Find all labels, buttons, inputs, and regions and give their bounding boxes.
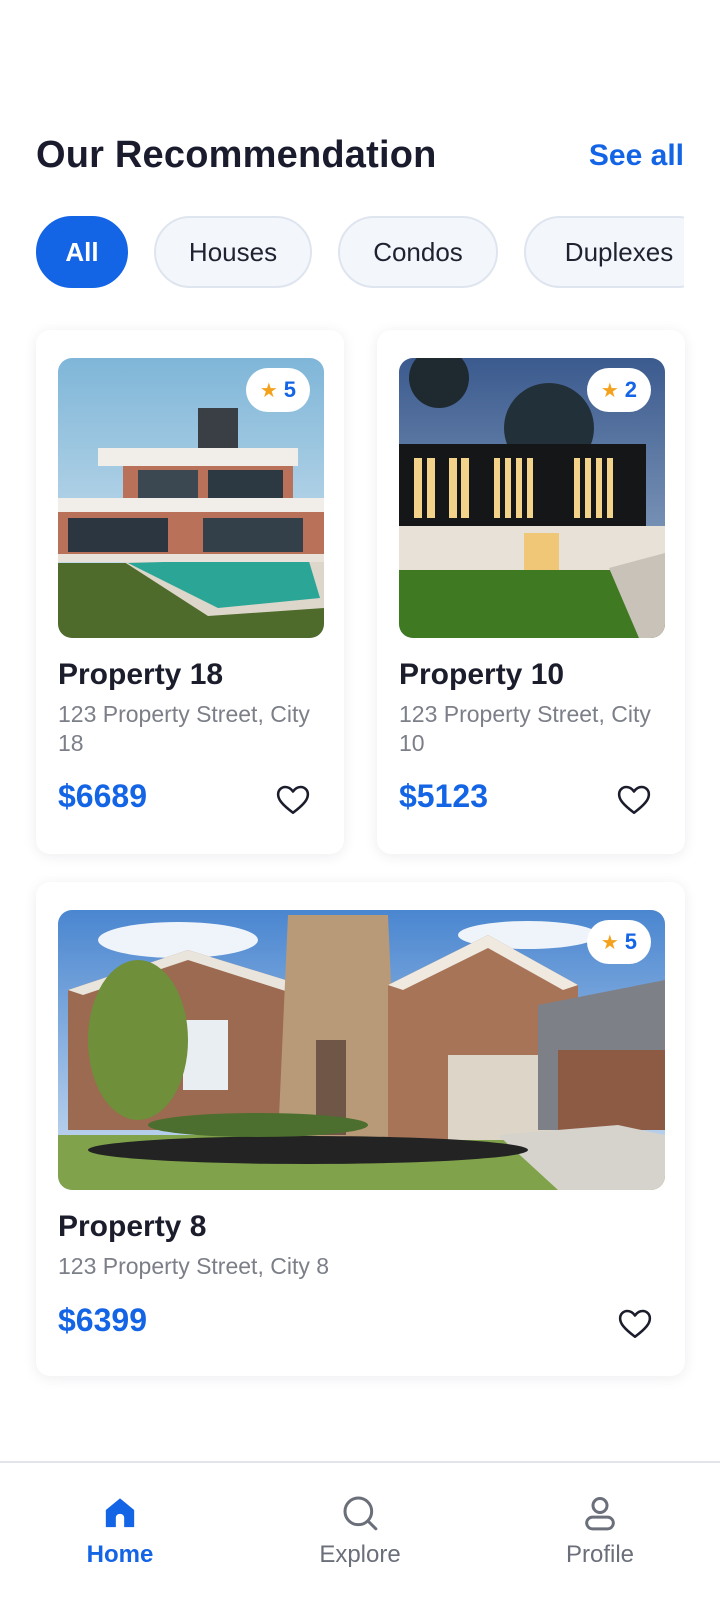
property-price: $6689 [58,778,147,814]
property-card[interactable]: ★ 2 Property 10 123 Property Street, Cit… [377,330,685,854]
user-icon [585,1497,615,1531]
rating-badge: ★ 5 [245,368,310,412]
rating-badge: ★ 5 [586,920,651,964]
nav-home[interactable]: Home [40,1493,200,1569]
heart-icon[interactable] [617,784,651,816]
property-address: 123 Property Street, City 18 [58,701,310,756]
nav-label: Profile [565,1541,635,1568]
bottom-navigation: Home Explore Profile [0,1461,720,1600]
property-address: 123 Property Street, City 10 [399,701,651,756]
rating-value: 2 [624,377,637,402]
star-icon: ★ [600,379,619,402]
property-price: $5123 [399,778,488,814]
nav-explore[interactable]: Explore [280,1493,440,1569]
section-header: Our Recommendation See all [36,134,684,177]
property-card[interactable]: ★ 5 Property 18 123 Property Street, Cit… [36,330,344,854]
filter-chips: All Houses Condos Duplexes [36,216,684,288]
search-icon [343,1496,378,1531]
nav-label: Home [86,1541,154,1568]
chip-condos[interactable]: Condos [338,216,498,288]
property-card[interactable]: ★ 5 Property 8 123 Property Street, City… [36,882,685,1376]
chip-all[interactable]: All [36,216,128,288]
chip-houses[interactable]: Houses [154,216,312,288]
chip-duplexes[interactable]: Duplexes [524,216,684,288]
heart-icon[interactable] [618,1308,652,1340]
see-all-link[interactable]: See all [589,139,684,173]
heart-icon[interactable] [276,784,310,816]
home-icon [105,1498,135,1528]
rating-value: 5 [624,929,637,954]
star-icon: ★ [259,379,278,402]
star-icon: ★ [600,931,619,954]
property-image: ★ 5 [58,910,665,1190]
property-title: Property 18 [58,658,224,691]
property-title: Property 10 [399,658,565,691]
rating-badge: ★ 2 [586,368,651,412]
nav-profile[interactable]: Profile [520,1493,680,1569]
property-address: 123 Property Street, City 8 [58,1253,330,1279]
property-price: $6399 [58,1302,147,1338]
nav-label: Explore [319,1541,401,1568]
property-image: ★ 2 [399,358,665,638]
rating-value: 5 [283,377,296,402]
property-title: Property 8 [58,1210,207,1243]
property-image: ★ 5 [58,358,324,638]
section-title: Our Recommendation [36,134,437,176]
